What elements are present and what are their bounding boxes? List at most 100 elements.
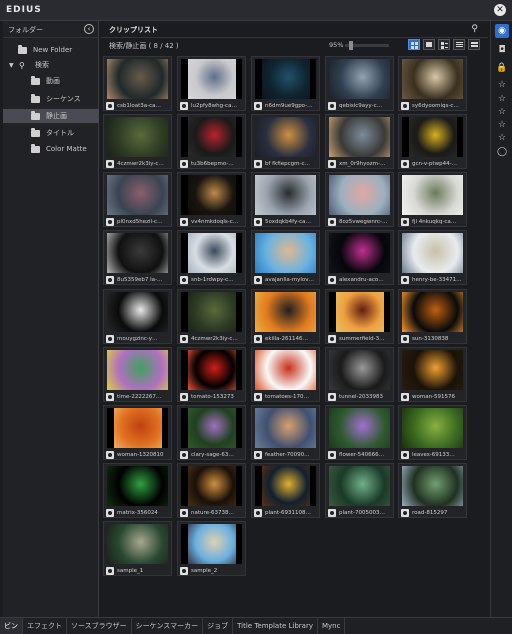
- clip-item[interactable]: sy6dyoomiqs-c…: [398, 56, 467, 111]
- still-image-icon: [180, 275, 188, 284]
- thumbnail-frame: [255, 466, 316, 506]
- tab-5[interactable]: Title Template Library: [233, 618, 318, 634]
- still-image-icon: [328, 508, 336, 517]
- clip-item[interactable]: ekilla-261146…: [251, 289, 320, 344]
- still-image-icon: [254, 101, 262, 110]
- tree-item-label: New Folder: [33, 46, 73, 54]
- clip-label-row: qebisic9ayy-c…: [328, 101, 392, 110]
- star-icon-1[interactable]: ☆: [495, 78, 509, 92]
- clip-item[interactable]: pl0nxd5hezil-c…: [103, 172, 172, 227]
- circle-icon[interactable]: ◯: [495, 145, 509, 159]
- tree-item-0[interactable]: New Folder: [3, 43, 99, 57]
- clip-item[interactable]: sun-3130838: [398, 289, 467, 344]
- clip-thumbnail: [255, 350, 316, 390]
- view-large-thumbnail-button[interactable]: [423, 39, 435, 50]
- clip-item[interactable]: 5oxdqkb4fy-ca…: [251, 172, 320, 227]
- search-icon[interactable]: ⚲: [471, 24, 478, 34]
- clip-item[interactable]: feather-70090…: [251, 405, 320, 460]
- clip-item[interactable]: 8u5359eb7 la-…: [103, 230, 172, 285]
- tree-item-6[interactable]: Color Matte: [3, 142, 99, 156]
- still-image-icon: [328, 275, 336, 284]
- clip-item[interactable]: bf fkfiepcgm-c…: [251, 114, 320, 169]
- clip-item[interactable]: 8oz5vwegwnrc-…: [325, 172, 394, 227]
- tab-1[interactable]: エフェクト: [23, 618, 67, 634]
- clip-item[interactable]: n6dm9ue9gpo-…: [251, 56, 320, 111]
- tab-6[interactable]: Mync: [318, 618, 346, 634]
- tab-3[interactable]: シーケンスマーカー: [132, 618, 204, 634]
- clip-item[interactable]: plant-6931108…: [251, 463, 320, 518]
- thumbnail-frame: [255, 350, 316, 390]
- camera-icon[interactable]: ◘: [495, 43, 509, 57]
- clip-item[interactable]: snb-1rdwpy-c…: [177, 230, 246, 285]
- clip-item[interactable]: leaves-69133…: [398, 405, 467, 460]
- tree-item-4[interactable]: 静止画: [3, 109, 99, 123]
- zoom-slider-thumb[interactable]: [349, 41, 353, 50]
- collapse-icon[interactable]: ‹: [84, 24, 94, 34]
- clip-label: time-2222267…: [117, 393, 162, 400]
- star-icon-2[interactable]: ☆: [495, 92, 509, 106]
- view-detail-button[interactable]: [438, 39, 450, 50]
- clip-item[interactable]: 4czmwr2k3iy-c…: [177, 289, 246, 344]
- clip-item[interactable]: tu3b6bepmo-…: [177, 114, 246, 169]
- clip-item[interactable]: plant-7005003…: [325, 463, 394, 518]
- clip-item[interactable]: nature-63738…: [177, 463, 246, 518]
- zoom-level: 95%: [329, 41, 344, 49]
- clip-item[interactable]: road-815297: [398, 463, 467, 518]
- thumbnail-frame: [329, 292, 390, 332]
- clip-item[interactable]: woman-591576: [398, 347, 467, 402]
- clip-item[interactable]: fjl 4nkuqkq-ca…: [398, 172, 467, 227]
- star-icon-5[interactable]: ☆: [495, 131, 509, 145]
- clip-item[interactable]: matrix-356024: [103, 463, 172, 518]
- clip-item[interactable]: clary-sage-63…: [177, 405, 246, 460]
- clip-label: lu2pfy8whg-ca…: [191, 102, 237, 109]
- tree-item-1[interactable]: ▼ ⚲ 検索: [3, 58, 99, 72]
- clip-list-title: クリップリスト: [109, 26, 158, 34]
- close-icon[interactable]: ✕: [494, 4, 506, 16]
- clip-item[interactable]: summerfield-3…: [325, 289, 394, 344]
- clip-item[interactable]: vv4nmkdoqls-c…: [177, 172, 246, 227]
- thumbnail-frame: [181, 408, 242, 448]
- clip-item[interactable]: 4czmwr2k3iy-c…: [103, 114, 172, 169]
- clip-label-row: lu2pfy8whg-ca…: [180, 101, 244, 110]
- clip-label-row: sample_2: [180, 566, 244, 575]
- clip-item[interactable]: alexandru-aco…: [325, 230, 394, 285]
- clip-item[interactable]: gcn-v-ptwp44-…: [398, 114, 467, 169]
- star-icon-3[interactable]: ☆: [495, 105, 509, 119]
- clip-item[interactable]: avajanlia-mylov…: [251, 230, 320, 285]
- clip-item[interactable]: henry-be-33471…: [398, 230, 467, 285]
- star-icon-4[interactable]: ☆: [495, 118, 509, 132]
- clip-item[interactable]: csb1loat3a-ca…: [103, 56, 172, 111]
- tab-4[interactable]: ジョブ: [203, 618, 234, 634]
- tree-item-2[interactable]: 動画: [3, 74, 99, 88]
- thumbnail-frame: [255, 292, 316, 332]
- expand-icon[interactable]: ▼: [9, 62, 17, 69]
- view-compact-list-button[interactable]: [468, 39, 480, 50]
- still-image-icon: [180, 334, 188, 343]
- clip-item[interactable]: mouygzinc-y…: [103, 289, 172, 344]
- clip-label-row: sun-3130838: [401, 334, 465, 343]
- clip-item[interactable]: sample_2: [177, 521, 246, 576]
- clip-item[interactable]: time-2222267…: [103, 347, 172, 402]
- view-list-button[interactable]: [453, 39, 465, 50]
- view-thumbnail-grid-button[interactable]: [408, 39, 420, 50]
- tree-item-3[interactable]: シーケンス: [3, 92, 99, 106]
- clip-item[interactable]: lu2pfy8whg-ca…: [177, 56, 246, 111]
- clip-item[interactable]: tomatoes-170…: [251, 347, 320, 402]
- clip-item[interactable]: tomato-153273: [177, 347, 246, 402]
- clip-item[interactable]: xm_0r9hyozm-…: [325, 114, 394, 169]
- clip-item[interactable]: sample_1: [103, 521, 172, 576]
- tab-2[interactable]: ソースブラウザー: [67, 618, 132, 634]
- lock-icon[interactable]: 🔒: [495, 61, 509, 75]
- app-title: EDIUS: [6, 5, 42, 15]
- clip-icon[interactable]: ◉: [495, 24, 509, 38]
- tab-0[interactable]: ビン: [0, 618, 23, 634]
- clip-item[interactable]: woman-1320810: [103, 405, 172, 460]
- clip-item[interactable]: qebisic9ayy-c…: [325, 56, 394, 111]
- clip-item[interactable]: tunnel-2033983: [325, 347, 394, 402]
- zoom-slider[interactable]: [345, 41, 389, 50]
- thumbnail-frame: [107, 350, 168, 390]
- clip-thumbnail: [329, 350, 390, 390]
- tree-item-5[interactable]: タイトル: [3, 126, 99, 140]
- clip-label-row: 4czmwr2k3iy-c…: [106, 159, 170, 168]
- clip-item[interactable]: flower-540666…: [325, 405, 394, 460]
